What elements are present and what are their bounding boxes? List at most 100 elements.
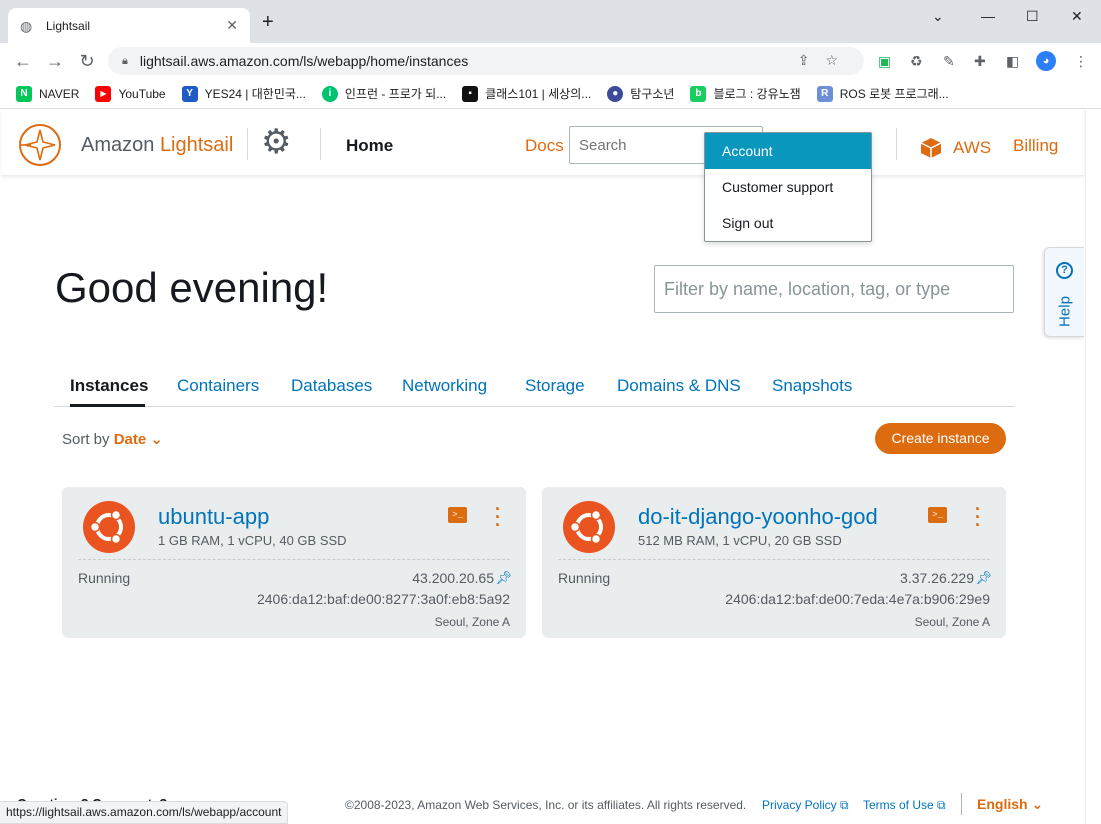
card-divider (78, 559, 510, 560)
forward-icon[interactable]: → (45, 51, 65, 72)
more-options-icon[interactable]: · · · (493, 500, 503, 534)
tab-storage[interactable]: Storage (525, 376, 585, 407)
address-bar[interactable]: 🔒︎ lightsail.aws.amazon.com/ls/webapp/ho… (108, 47, 864, 75)
tab-snapshots[interactable]: Snapshots (772, 376, 852, 407)
tab-search-icon[interactable]: ⌄ (932, 8, 944, 25)
terms-label: Terms of Use (863, 798, 934, 812)
more-options-icon[interactable]: · · · (973, 500, 983, 534)
instance-name-link[interactable]: do-it-django-yoonho-god (638, 504, 878, 530)
extension-screen-icon[interactable]: ▣ (878, 53, 891, 70)
chevron-down-icon: ⌄ (1031, 796, 1044, 812)
resource-tabs: Instances Containers Databases Networkin… (54, 376, 1015, 407)
bookmark-item[interactable]: ● 탐구소년 (607, 85, 674, 102)
bookmark-label: YES24 | 대한민국... (204, 87, 306, 101)
chevron-down-icon: ⌄ (150, 431, 163, 448)
address-url: lightsail.aws.amazon.com/ls/webapp/home/… (139, 53, 469, 69)
profile-avatar[interactable]: ◕ (1036, 51, 1056, 71)
tab-networking[interactable]: Networking (402, 376, 487, 407)
browser-menu-icon[interactable]: ⋮ (1074, 53, 1088, 70)
settings-gears-icon[interactable]: ⚙ (261, 122, 291, 162)
brand-name[interactable]: Amazon Lightsail (81, 134, 233, 157)
billing-link[interactable]: Billing (1013, 136, 1058, 156)
bookmarks-bar: N NAVER ▶ YouTube Y YES24 | 대한민국... i 인프런 - … (0, 79, 1101, 109)
ubuntu-logo-icon[interactable] (562, 500, 616, 554)
extension-recycle-icon[interactable]: ♻ (910, 53, 923, 70)
external-link-icon: ⧉ (937, 798, 946, 812)
inflearn-icon: i (321, 85, 338, 102)
header-divider (896, 128, 897, 160)
bookmark-item[interactable]: ▶ YouTube (95, 85, 166, 102)
aws-cube-icon (920, 138, 942, 158)
instance-state: Running (558, 570, 611, 586)
lightsail-header: Amazon Lightsail ⚙ Home Docs AWS Billing… (1, 110, 1084, 242)
instance-zone: Seoul, Zone A (914, 615, 990, 629)
terminal-connect-icon[interactable]: >_ (448, 507, 467, 523)
new-tab-button[interactable]: + (262, 12, 274, 32)
tab-containers[interactable]: Containers (177, 376, 259, 407)
menu-item-account[interactable]: Account (705, 133, 871, 169)
help-question-icon: ? (1056, 262, 1073, 279)
pin-icon[interactable]: 📌︎ (975, 570, 992, 586)
language-label: English (977, 796, 1028, 812)
help-panel-tab[interactable]: ? Help (1044, 247, 1084, 337)
bookmark-label: YouTube (118, 86, 166, 101)
instance-state: Running (78, 570, 131, 586)
bookmark-label: 탐구소년 (630, 87, 675, 101)
external-link-icon: ⧉ (840, 798, 849, 812)
share-bookmark-icons[interactable]: ⇪☆ (798, 52, 854, 69)
brand-prefix: Amazon (81, 134, 160, 156)
bookmark-item[interactable]: R ROS 로봇 프로그래... (816, 85, 949, 102)
blog-icon: b (690, 85, 707, 102)
instance-ipv6: 2406:da12:baf:de00:8277:3a0f:eb8:5a92 (256, 591, 510, 607)
bookmark-item[interactable]: Y YES24 | 대한민국... (181, 85, 306, 102)
filter-input[interactable] (654, 265, 1014, 313)
sort-control[interactable]: Sort by Date ⌄ (62, 430, 163, 448)
minimize-icon[interactable]: — (981, 8, 995, 24)
reload-icon[interactable]: ↻ (77, 51, 97, 72)
bookmark-item[interactable]: i 인프런 - 프로가 되... (321, 85, 446, 102)
bookmark-label: 블로그 : 강유노잼 (713, 87, 801, 101)
lightsail-page: Amazon Lightsail ⚙ Home Docs AWS Billing… (1, 110, 1084, 824)
close-window-icon[interactable]: ✕ (1071, 8, 1083, 25)
browser-tab[interactable]: ◍ Lightsail ✕ (8, 8, 250, 43)
ros-icon: R (816, 85, 833, 102)
instance-ipv4: 43.200.20.65 (412, 570, 494, 586)
ubuntu-logo-icon[interactable] (82, 500, 136, 554)
tamgu-icon: ● (607, 85, 624, 102)
bookmark-item[interactable]: ▪ 클래스101 | 세상의... (462, 85, 591, 102)
brand-suffix: Lightsail (159, 134, 234, 156)
header-divider (320, 128, 321, 160)
tab-instances[interactable]: Instances (70, 376, 148, 407)
docs-link[interactable]: Docs (525, 136, 564, 156)
side-panel-icon[interactable]: ◧ (1006, 53, 1019, 70)
bookmark-label: 클래스101 | 세상의... (485, 87, 592, 101)
menu-item-customer-support[interactable]: Customer support (705, 169, 871, 205)
lightsail-logo-icon[interactable] (17, 122, 63, 168)
close-tab-icon[interactable]: ✕ (226, 17, 238, 34)
home-link[interactable]: Home (346, 136, 393, 156)
instance-name-link[interactable]: ubuntu-app (158, 504, 269, 530)
terminal-connect-icon[interactable]: >_ (928, 507, 947, 523)
bookmark-item[interactable]: N NAVER (16, 85, 79, 102)
instance-card: do-it-django-yoonho-god 512 MB RAM, 1 vC… (542, 487, 1006, 638)
aws-link[interactable]: AWS (919, 136, 991, 160)
page-scrollbar[interactable] (1085, 110, 1101, 824)
bookmark-item[interactable]: b 블로그 : 강유노잼 (690, 85, 801, 102)
terms-of-use-link[interactable]: Terms of Use ⧉ (863, 798, 946, 813)
instance-card: ubuntu-app 1 GB RAM, 1 vCPU, 40 GB SSD >… (62, 487, 526, 638)
language-selector[interactable]: English ⌄ (977, 796, 1043, 813)
menu-item-sign-out[interactable]: Sign out (705, 205, 871, 241)
maximize-icon[interactable]: ☐ (1026, 8, 1039, 25)
tab-databases[interactable]: Databases (291, 376, 372, 407)
extensions-puzzle-icon[interactable]: ✚ (974, 53, 986, 70)
create-instance-button[interactable]: Create instance (875, 423, 1006, 454)
browser-status-bar: https://lightsail.aws.amazon.com/ls/weba… (0, 801, 289, 824)
browser-toolbar: ← → ↻ 🔒︎ lightsail.aws.amazon.com/ls/web… (0, 43, 1101, 79)
tab-domains-dns[interactable]: Domains & DNS (617, 376, 741, 407)
back-icon[interactable]: ← (13, 51, 33, 72)
pin-icon[interactable]: 📌︎ (495, 570, 512, 586)
eyedropper-icon[interactable]: ✎ (943, 53, 955, 70)
globe-icon: ◍ (20, 17, 33, 34)
privacy-policy-link[interactable]: Privacy Policy ⧉ (762, 798, 849, 813)
naver-icon: N (16, 85, 32, 102)
